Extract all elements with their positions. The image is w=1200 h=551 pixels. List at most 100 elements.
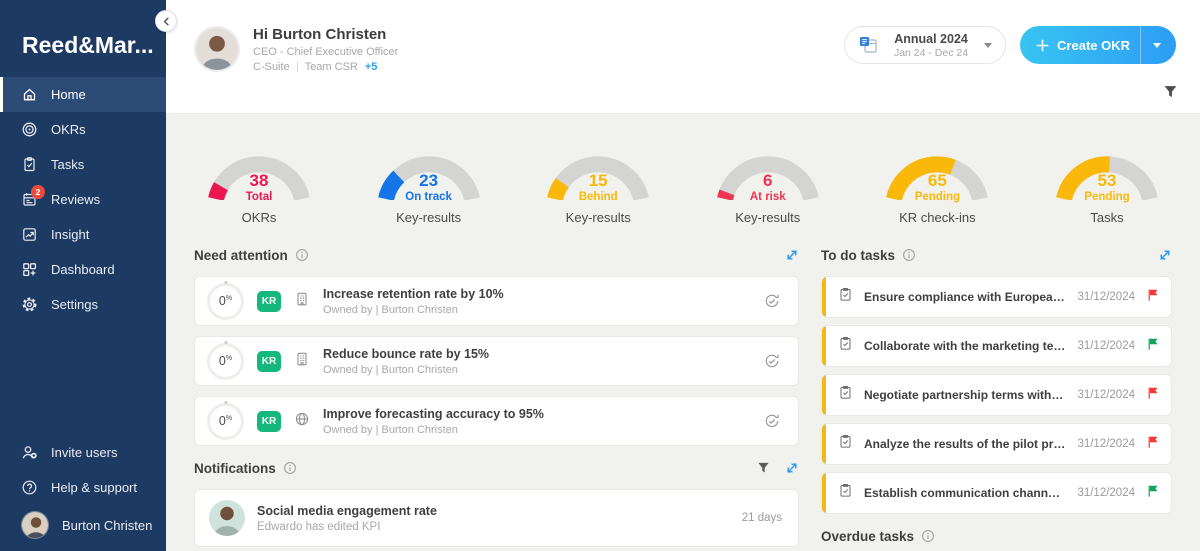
priority-flag-icon[interactable]: [1146, 435, 1160, 454]
overdue-tasks-header: Overdue tasks: [821, 524, 1172, 548]
info-icon[interactable]: [283, 461, 297, 475]
invite-users-button[interactable]: Invite users: [0, 435, 166, 470]
notifications-header: Notifications: [194, 456, 799, 480]
gauge-value: 23: [377, 172, 481, 189]
gauge-value: 38: [207, 172, 311, 189]
priority-flag-icon[interactable]: [1146, 337, 1160, 356]
notification-time: 21 days: [742, 512, 782, 524]
user-avatar[interactable]: [194, 26, 240, 72]
global-filter-button[interactable]: [1163, 85, 1178, 104]
gauge-status: At risk: [716, 191, 820, 203]
period-label: Annual 2024: [888, 32, 974, 46]
reviews-count-badge: 2: [31, 185, 45, 199]
kr-badge: KR: [257, 411, 281, 432]
check-in-icon[interactable]: [763, 292, 781, 310]
priority-flag-icon[interactable]: [1146, 288, 1160, 307]
create-okr-dropdown[interactable]: [1140, 26, 1176, 64]
organization-icon: [294, 351, 310, 372]
gauge-label: Key-results: [735, 210, 800, 225]
globe-icon: [294, 411, 310, 432]
filter-funnel-icon[interactable]: [757, 462, 770, 474]
gauge-status: Behind: [546, 191, 650, 203]
create-okr-button[interactable]: Create OKR: [1020, 26, 1176, 64]
sidebar: Reed&Mar... Home OKRs Tasks: [0, 0, 166, 551]
kr-badge: KR: [257, 291, 281, 312]
sidebar-item-label: OKRs: [51, 122, 86, 137]
progress-ring: 0%: [207, 283, 244, 320]
gauge-kr-behind[interactable]: 15Behind Key-results: [533, 146, 663, 225]
gauge-value: 53: [1055, 172, 1159, 189]
attention-item[interactable]: 0% KR Reduce bounce rate by 15% Owned by…: [194, 336, 799, 386]
task-due-date: 31/12/2024: [1077, 389, 1135, 401]
sidebar-item-settings[interactable]: Settings: [0, 287, 166, 322]
filter-funnel-icon: [1163, 85, 1178, 99]
task-item[interactable]: Negotiate partnership terms with i... 31…: [821, 374, 1172, 416]
sidebar-item-reviews[interactable]: 2 Reviews: [0, 182, 166, 217]
task-due-date: 31/12/2024: [1077, 487, 1135, 499]
chevron-down-icon: [984, 43, 992, 48]
gauge-tasks-pending[interactable]: 53Pending Tasks: [1042, 146, 1172, 225]
progress-ring: 0%: [207, 403, 244, 440]
user-plus-icon: [21, 444, 38, 461]
more-teams-link[interactable]: +5: [365, 61, 378, 73]
sidebar-item-dashboard[interactable]: Dashboard: [0, 252, 166, 287]
sidebar-item-tasks[interactable]: Tasks: [0, 147, 166, 182]
help-support-button[interactable]: Help & support: [0, 470, 166, 505]
period-selector[interactable]: Annual 2024 Jan 24 - Dec 24: [844, 26, 1006, 64]
gauge-value: 6: [716, 172, 820, 189]
attention-item[interactable]: 0% KR Increase retention rate by 10% Own…: [194, 276, 799, 326]
task-item[interactable]: Collaborate with the marketing tea... 31…: [821, 325, 1172, 367]
sidebar-item-label: Tasks: [51, 157, 84, 172]
task-due-date: 31/12/2024: [1077, 291, 1135, 303]
check-in-icon[interactable]: [763, 412, 781, 430]
calendar-icon: [858, 35, 878, 55]
sidebar-user-name: Burton Christen: [62, 518, 152, 533]
task-clipboard-icon: [838, 336, 853, 356]
check-in-icon[interactable]: [763, 352, 781, 370]
gauge-kr-at-risk[interactable]: 6 At risk Key-results: [703, 146, 833, 225]
gauge-status: Total: [207, 191, 311, 203]
need-attention-header: Need attention: [194, 243, 799, 267]
info-icon[interactable]: [902, 248, 916, 262]
priority-flag-icon[interactable]: [1146, 386, 1160, 405]
gauge-status: Pending: [1055, 191, 1159, 203]
attention-item[interactable]: 0% KR Improve forecasting accuracy to 95…: [194, 396, 799, 446]
notification-title: Social media engagement rate: [257, 504, 437, 518]
invite-users-label: Invite users: [51, 445, 117, 460]
info-icon[interactable]: [295, 248, 309, 262]
notification-item[interactable]: Social media engagement rate Edwardo has…: [194, 489, 799, 547]
todo-tasks-header: To do tasks: [821, 243, 1172, 267]
task-due-date: 31/12/2024: [1077, 340, 1135, 352]
expand-icon[interactable]: [785, 248, 799, 262]
task-clipboard-icon: [838, 385, 853, 405]
divider: [297, 62, 298, 72]
plus-icon: [1036, 39, 1049, 52]
task-title: Collaborate with the marketing tea...: [864, 339, 1066, 353]
task-item[interactable]: Analyze the results of the pilot pro... …: [821, 423, 1172, 465]
task-item[interactable]: Ensure compliance with European r... 31/…: [821, 276, 1172, 318]
user-greeting-block: Hi Burton Christen CEO - Chief Executive…: [194, 26, 398, 73]
expand-icon[interactable]: [1158, 248, 1172, 262]
priority-flag-icon[interactable]: [1146, 484, 1160, 503]
task-item[interactable]: Establish communication channels... 31/1…: [821, 472, 1172, 514]
gauge-kr-checkins-pending[interactable]: 65Pending KR check-ins: [872, 146, 1002, 225]
notification-avatar: [209, 500, 245, 536]
info-icon[interactable]: [921, 529, 935, 543]
task-title: Negotiate partnership terms with i...: [864, 388, 1066, 402]
right-column: To do tasks Ensure compliance with Europ…: [821, 235, 1172, 551]
sidebar-item-home[interactable]: Home: [0, 77, 166, 112]
sidebar-user-profile[interactable]: Burton Christen: [0, 505, 166, 545]
sidebar-item-insight[interactable]: Insight: [0, 217, 166, 252]
period-text: Annual 2024 Jan 24 - Dec 24: [888, 32, 974, 59]
sidebar-collapse-button[interactable]: [155, 10, 177, 32]
kr-title: Reduce bounce rate by 15%: [323, 347, 489, 361]
expand-icon[interactable]: [785, 461, 799, 475]
target-icon: [21, 121, 38, 138]
task-clipboard-icon: [838, 483, 853, 503]
create-okr-label: Create OKR: [1057, 38, 1130, 53]
sidebar-item-okrs[interactable]: OKRs: [0, 112, 166, 147]
gauge-kr-on-track[interactable]: 23On track Key-results: [364, 146, 494, 225]
chevron-down-icon: [1153, 43, 1161, 48]
gauge-okrs-total[interactable]: 38Total OKRs: [194, 146, 324, 225]
review-calendar-icon: 2: [21, 191, 38, 208]
